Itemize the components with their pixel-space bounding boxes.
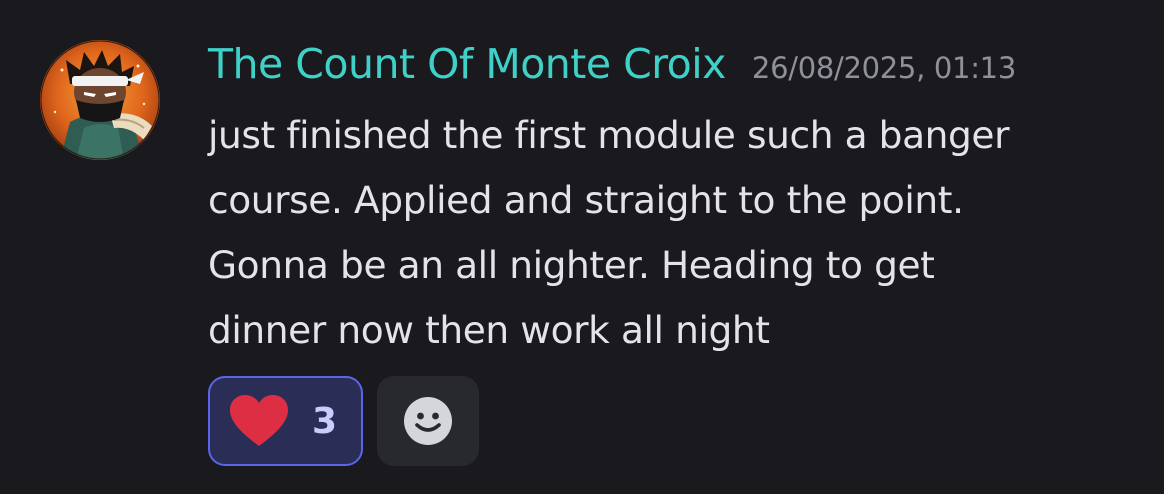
message-line: course. Applied and straight to the poin…: [208, 178, 964, 222]
reaction-bar: 3: [208, 376, 479, 466]
message-header: The Count Of Monte Croix 26/08/2025, 01:…: [208, 40, 1138, 100]
smiley-icon: [404, 397, 452, 445]
user-avatar[interactable]: [40, 40, 160, 160]
heart-reaction-button[interactable]: 3: [208, 376, 363, 466]
message-text: just finished the first module such a ba…: [208, 103, 1108, 363]
message-content: The Count Of Monte Croix 26/08/2025, 01:…: [208, 40, 1138, 363]
ninja-avatar-icon: [40, 40, 160, 160]
chat-message: The Count Of Monte Croix 26/08/2025, 01:…: [0, 0, 1164, 494]
message-line: Gonna be an all nighter. Heading to get: [208, 243, 935, 287]
message-timestamp[interactable]: 26/08/2025, 01:13: [752, 51, 1016, 85]
add-reaction-button[interactable]: [377, 376, 479, 466]
author-name[interactable]: The Count Of Monte Croix: [208, 40, 726, 88]
message-line: just finished the first module such a ba…: [208, 113, 1010, 157]
message-line: dinner now then work all night: [208, 308, 770, 352]
reaction-count: 3: [312, 400, 338, 442]
heart-icon: [230, 395, 288, 446]
